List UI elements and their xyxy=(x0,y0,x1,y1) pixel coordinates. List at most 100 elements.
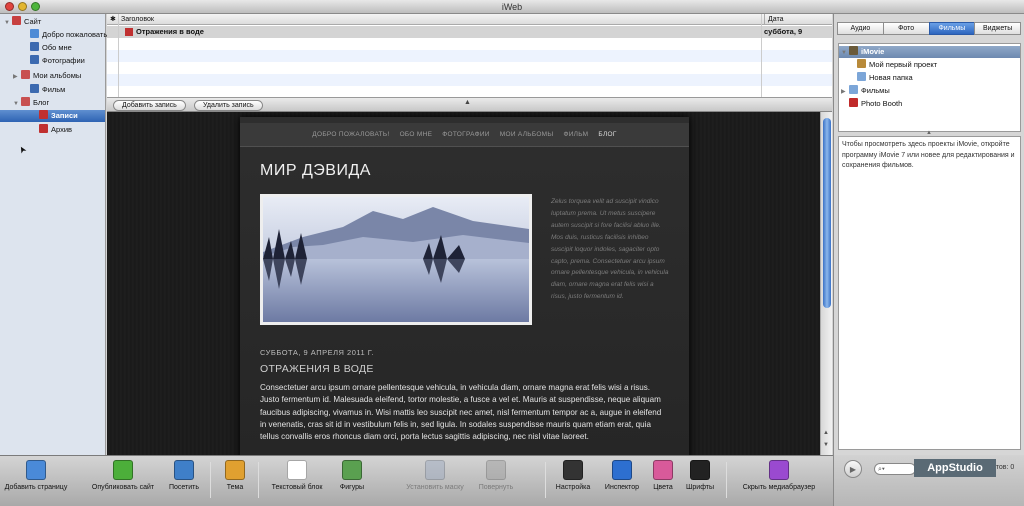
web-page: ДОБРО ПОЖАЛОВАТЬ! ОБО МНЕ ФОТОГРАФИИ МОИ АЛ… xyxy=(240,117,689,455)
media-tree-item[interactable]: Новая папка xyxy=(839,72,1020,84)
blog-list-header: ✱ Заголовок Дата xyxy=(107,14,832,25)
sidebar-placeholder-text[interactable]: Zelus torquea velit ad suscipit vindico … xyxy=(551,196,669,303)
blog-entries-list: ✱ Заголовок Дата Отражения в воде суббот… xyxy=(107,14,832,98)
sidebar-item-label: Записи xyxy=(51,111,78,120)
empty-row xyxy=(107,62,832,74)
post-date[interactable]: СУББОТА, 9 АПРЕЛЯ 2011 Г. xyxy=(260,348,374,357)
add-entry-button[interactable]: Добавить запись xyxy=(113,100,186,111)
media-tabs: Аудио Фото Фильмы Виджеты xyxy=(837,22,1021,35)
post-body[interactable]: Consectetuer arcu ipsum ornare pellentes… xyxy=(260,382,665,443)
media-description: Чтобы просмотреть здесь проекты iMovie, … xyxy=(838,136,1021,450)
zoom-window-button[interactable] xyxy=(31,2,40,11)
collapse-handle-icon[interactable]: ▲ xyxy=(464,99,471,106)
scrollbar-thumb[interactable] xyxy=(823,118,831,308)
media-item-icon xyxy=(849,85,858,94)
title-bar: iWeb xyxy=(0,0,1024,14)
page-icon xyxy=(21,97,30,106)
sidebar-item[interactable]: ▼ Блог xyxy=(0,97,105,109)
toolbar-separator xyxy=(545,462,546,498)
page-icon xyxy=(30,55,39,64)
media-browser: Аудио Фото Фильмы Виджеты ▼ iMovie Мой первый… xyxy=(833,14,1024,455)
media-item-label: Новая папка xyxy=(869,73,913,82)
play-button[interactable]: ▶ xyxy=(844,460,862,478)
minimize-window-button[interactable] xyxy=(18,2,27,11)
search-field[interactable]: ⌕▾ xyxy=(874,463,916,475)
fonts-icon xyxy=(690,460,710,480)
sidebar-item[interactable]: Архив xyxy=(0,124,105,136)
iweb-window: iWeb ▼ Сайт Добро пожаловать! Обо мне Фотогр… xyxy=(0,0,1024,506)
media-item-label: Мой первый проект xyxy=(869,60,938,69)
sidebar-item-label: Мои альбомы xyxy=(33,71,82,80)
sidebar-item-label: Фотографии xyxy=(42,56,85,65)
page-icon xyxy=(30,84,39,93)
disclosure-triangle-icon[interactable]: ▼ xyxy=(4,17,12,29)
site-navigation: ДОБРО ПОЖАЛОВАТЬ! ОБО МНЕ ФОТОГРАФИИ МОИ АЛ… xyxy=(240,123,689,147)
media-item-icon xyxy=(849,46,858,55)
sidebar-item[interactable]: Фотографии xyxy=(0,55,105,67)
blog-list-toolbar: Добавить запись Удалить запись ▲ xyxy=(107,97,832,112)
mouse-cursor-icon: ➤ xyxy=(16,143,29,156)
media-tab[interactable]: Аудио xyxy=(837,22,884,35)
column-header-title[interactable]: Заголовок xyxy=(121,14,154,25)
add-page-icon xyxy=(26,460,46,480)
disclosure-triangle-icon[interactable]: ▶ xyxy=(841,86,849,98)
scroll-up-arrow-icon[interactable]: ▲ xyxy=(823,430,829,436)
media-item-label: Photo Booth xyxy=(861,99,903,108)
media-tree-item[interactable]: ▶ Фильмы xyxy=(839,85,1020,97)
nav-link[interactable]: ОБО МНЕ xyxy=(400,131,433,138)
toolbar-separator xyxy=(210,462,211,498)
page-icon xyxy=(12,16,21,25)
disclosure-triangle-icon[interactable]: ▶ xyxy=(13,71,21,83)
column-divider xyxy=(118,14,119,97)
sidebar-item[interactable]: Фильм xyxy=(0,84,105,96)
post-title[interactable]: ОТРАЖЕНИЯ В ВОДЕ xyxy=(260,363,374,375)
nav-link[interactable]: ФИЛЬМ xyxy=(563,131,588,138)
column-divider xyxy=(761,14,762,97)
media-tab[interactable]: Фильмы xyxy=(928,22,976,35)
media-item-label: Фильмы xyxy=(861,86,890,95)
site-title[interactable]: МИР ДЭВИДА xyxy=(260,162,371,180)
nav-link[interactable]: МОИ АЛЬБОМЫ xyxy=(500,131,554,138)
scroll-down-arrow-icon[interactable]: ▼ xyxy=(823,442,829,448)
empty-row xyxy=(107,74,832,86)
shapes-icon xyxy=(342,460,362,480)
empty-row xyxy=(107,50,832,62)
media-item-icon xyxy=(849,98,858,107)
sidebar-item[interactable]: Добро пожаловать! xyxy=(0,29,109,41)
hide-media-browser-button[interactable]: Скрыть медиабраузер xyxy=(729,460,829,491)
blog-entry-date: суббота, 9 xyxy=(764,27,803,36)
nav-link[interactable]: БЛОГ xyxy=(598,131,616,138)
site-organizer-sidebar: ▼ Сайт Добро пожаловать! Обо мне Фотографии ▶… xyxy=(0,14,109,455)
disclosure-triangle-icon[interactable]: ▼ xyxy=(13,98,21,110)
blog-entry-title: Отражения в воде xyxy=(136,27,204,36)
media-tab[interactable]: Виджеты xyxy=(974,22,1021,35)
theme-icon xyxy=(225,460,245,480)
media-tab[interactable]: Фото xyxy=(882,22,930,35)
nav-link[interactable]: ДОБРО ПОЖАЛОВАТЬ! xyxy=(312,131,389,138)
sidebar-item[interactable]: Обо мне xyxy=(0,42,105,54)
main-toolbar: Добавить страницу Опубликовать сайт Посети… xyxy=(0,455,833,506)
delete-entry-button[interactable]: Удалить запись xyxy=(194,100,263,111)
close-window-button[interactable] xyxy=(5,2,14,11)
sidebar-item-label: Фильм xyxy=(42,85,66,94)
media-tree-item[interactable]: Мой первый проект xyxy=(839,59,1020,71)
page-icon xyxy=(30,29,39,38)
blog-photo[interactable] xyxy=(260,194,532,325)
page-icon xyxy=(21,70,30,79)
column-header-date[interactable]: Дата xyxy=(764,14,784,25)
sidebar-item-label: Обо мне xyxy=(42,43,72,52)
sidebar-item[interactable]: ▼ Сайт xyxy=(0,16,105,28)
sidebar-item[interactable]: Записи xyxy=(0,110,105,122)
media-tree-item[interactable]: Photo Booth xyxy=(839,98,1020,110)
disclosure-triangle-icon[interactable]: ▼ xyxy=(841,47,849,59)
media-item-icon xyxy=(857,72,866,81)
blog-entry-row[interactable]: Отражения в воде суббота, 9 xyxy=(107,26,832,38)
hide-media-browser-icon xyxy=(769,460,789,480)
media-tree-item[interactable]: ▼ iMovie xyxy=(839,46,1020,58)
media-source-tree: ▼ iMovie Мой первый проект Новая папка ▶ Филь… xyxy=(838,43,1021,132)
sidebar-item[interactable]: ▶ Мои альбомы xyxy=(0,70,105,82)
nav-link[interactable]: ФОТОГРАФИИ xyxy=(442,131,490,138)
toolbar-separator xyxy=(726,462,727,498)
page-icon xyxy=(30,42,39,51)
canvas-vertical-scrollbar[interactable]: ▲ ▼ xyxy=(820,112,832,455)
